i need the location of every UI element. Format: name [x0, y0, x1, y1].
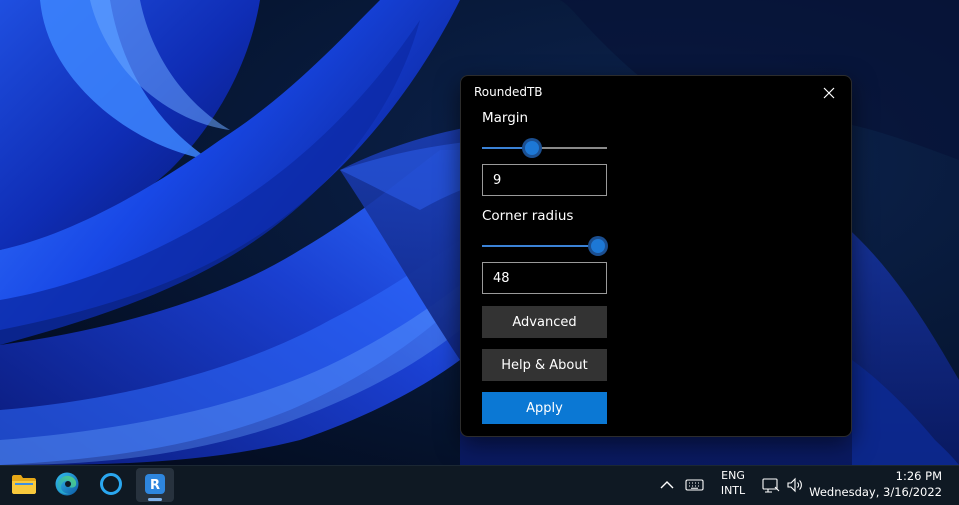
roundedtb-icon-glyph: R — [150, 478, 160, 493]
language-indicator[interactable]: ENG INTL — [716, 468, 750, 498]
network-icon — [762, 478, 780, 493]
corner-radius-label: Corner radius — [482, 208, 574, 224]
language-code: ENG — [721, 469, 745, 482]
margin-slider-thumb[interactable] — [522, 138, 542, 158]
taskbar-file-explorer[interactable] — [5, 468, 43, 502]
clock-time: 1:26 PM — [895, 469, 942, 483]
taskbar-cortana[interactable] — [92, 468, 130, 502]
advanced-button[interactable]: Advanced — [482, 306, 607, 338]
close-icon — [823, 87, 835, 99]
cortana-ring-icon — [100, 473, 122, 495]
network-button[interactable] — [760, 474, 782, 496]
apply-button[interactable]: Apply — [482, 392, 607, 424]
margin-label: Margin — [482, 110, 529, 126]
clock-date: Wednesday, 3/16/2022 — [809, 485, 942, 499]
folder-icon — [12, 475, 36, 494]
taskbar-clock[interactable]: 1:26 PM Wednesday, 3/16/2022 — [809, 468, 942, 500]
corner-radius-slider-fill — [482, 245, 599, 247]
show-hidden-icons-button[interactable] — [659, 474, 675, 496]
taskbar-edge[interactable] — [48, 468, 86, 502]
margin-input[interactable] — [482, 164, 607, 196]
keyboard-icon — [685, 479, 704, 491]
speaker-icon — [787, 477, 802, 493]
corner-radius-slider-thumb[interactable] — [588, 236, 609, 256]
volume-button[interactable] — [785, 474, 805, 496]
roundedtb-icon: R — [145, 474, 165, 494]
chevron-up-icon — [660, 481, 674, 489]
touch-keyboard-button[interactable] — [684, 474, 706, 496]
keyboard-layout: INTL — [720, 484, 746, 497]
taskbar-roundedtb[interactable]: R — [136, 468, 174, 502]
taskbar: R ENG INTL 1:26 PM Wednesday, 3/16/2022 — [0, 465, 959, 505]
roundedtb-window: RoundedTB Margin Corner radius Advanced … — [460, 75, 852, 437]
margin-slider[interactable] — [482, 138, 607, 158]
corner-radius-input[interactable] — [482, 262, 607, 294]
close-button[interactable] — [819, 84, 839, 102]
help-about-button[interactable]: Help & About — [482, 349, 607, 381]
window-title: RoundedTB — [474, 85, 543, 99]
edge-icon — [55, 472, 79, 496]
corner-radius-slider[interactable] — [482, 236, 609, 256]
